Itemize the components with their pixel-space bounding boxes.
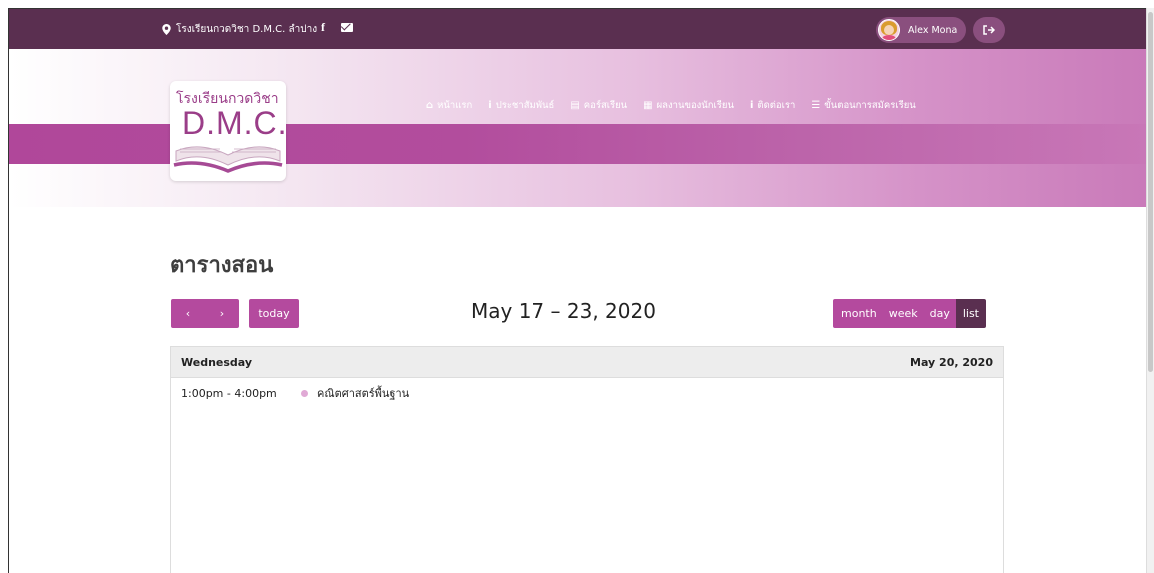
calendar-title: May 17 – 23, 2020 [471,299,656,323]
newspaper-icon: ▦ [643,100,653,111]
calendar-view-switcher: month week day list [833,299,986,328]
nav-announcements-label: ประชาสัมพันธ์ [495,100,555,111]
nav-student-results[interactable]: ▦ ผลงานของนักเรียน [643,98,734,113]
scrollbar[interactable] [1146,8,1154,573]
location-info: โรงเรียนกวดวิชา D.M.C. ลำปาง [162,22,317,37]
open-book-icon [173,146,283,173]
page-title: ตารางสอน [170,253,274,278]
list-item[interactable]: 1:00pm - 4:00pm คณิตศาสตร์พื้นฐาน [171,378,1003,408]
nav-courses-label: คอร์สเรียน [583,100,628,111]
event-time: 1:00pm - 4:00pm [181,386,277,400]
nav-contact-label: ติดต่อเรา [757,100,796,111]
top-bar: โรงเรียนกวดวิชา D.M.C. ลำปาง f Alex Mona [9,9,1146,49]
nav-student-results-label: ผลงานของนักเรียน [656,100,734,111]
next-week-button[interactable]: › [205,299,239,328]
sign-out-icon [983,25,995,35]
logout-button[interactable] [973,17,1005,43]
nav-registration-steps[interactable]: ☰ ขั้นตอนการสมัครเรียน [811,98,915,113]
nav-home[interactable]: ⌂ หน้าแรก [426,98,472,113]
location-text: โรงเรียนกวดวิชา D.M.C. ลำปาง [176,24,318,35]
avatar [878,19,900,41]
view-month-button[interactable]: month [833,299,883,328]
view-list-button[interactable]: list [955,299,986,328]
nav-home-label: หน้าแรก [437,100,473,111]
info-icon: i [749,100,754,111]
book-icon: ▤ [570,100,580,111]
nav-contact[interactable]: i ติดต่อเรา [750,98,795,113]
browser-viewport: โรงเรียนกวดวิชา D.M.C. ลำปาง f Alex Mona… [8,8,1146,573]
home-icon: ⌂ [426,100,434,111]
user-menu-button[interactable]: Alex Mona [876,17,966,43]
list-day-header: Wednesday May 20, 2020 [171,347,1003,378]
nav-registration-steps-label: ขั้นตอนการสมัครเรียน [824,100,916,111]
facebook-icon[interactable]: f [321,20,325,35]
view-week-button[interactable]: week [882,299,924,328]
main-nav: ⌂ หน้าแรก i ประชาสัมพันธ์ ▤ คอร์สเรียน ▦… [426,98,932,113]
site-logo[interactable]: โรงเรียนกวดวิชา D.M.C. [170,81,286,181]
nav-announcements[interactable]: i ประชาสัมพันธ์ [488,98,554,113]
envelope-icon[interactable] [341,23,353,32]
nav-courses[interactable]: ▤ คอร์สเรียน [570,98,627,113]
list-day-weekday: Wednesday [181,355,253,369]
map-marker-icon [162,24,171,35]
event-dot [301,389,308,397]
list-day-date: May 20, 2020 [910,355,993,369]
info-icon: i [488,100,492,111]
calendar-list-view: Wednesday May 20, 2020 1:00pm - 4:00pm ค… [170,346,1004,573]
list-icon: ☰ [811,100,821,111]
user-name: Alex Mona [908,24,958,36]
event-title: คณิตศาสตร์พื้นฐาน [317,387,410,400]
prev-week-button[interactable]: ‹ [171,299,205,328]
view-day-button[interactable]: day [923,299,956,328]
today-button[interactable]: today [249,299,299,328]
calendar-nav-group: ‹ › [171,299,239,328]
scrollbar-thumb[interactable] [1148,12,1153,372]
